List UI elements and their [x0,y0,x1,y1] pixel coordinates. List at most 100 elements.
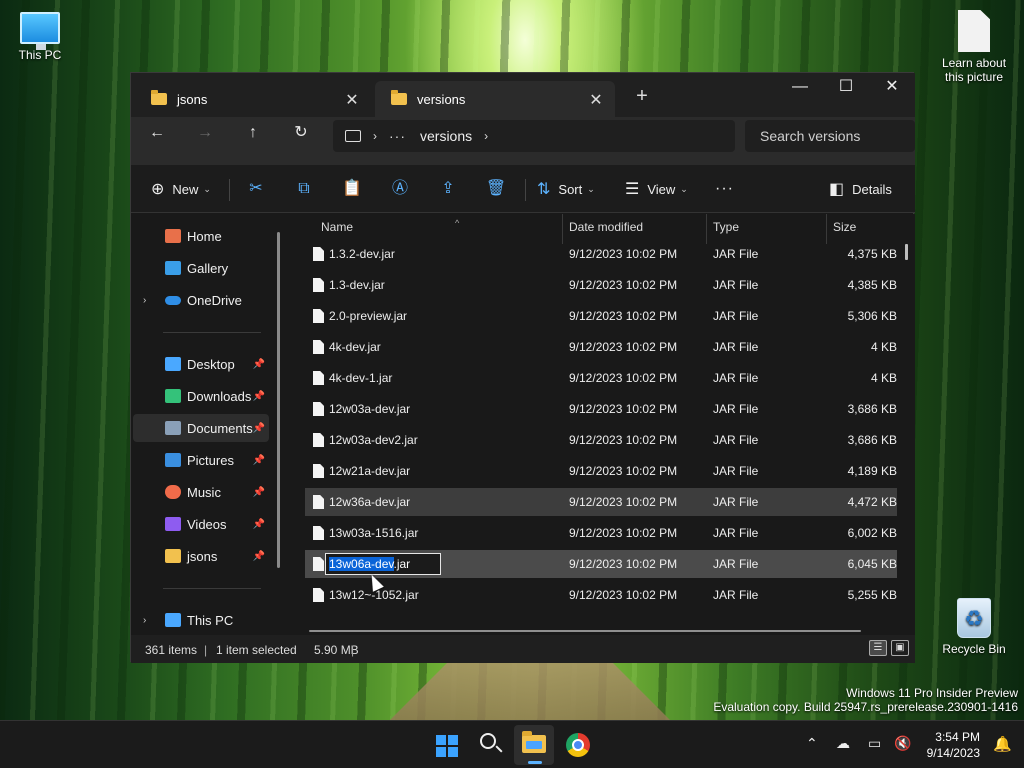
copy-icon[interactable]: ⧉ [289,175,319,203]
file-date: 9/12/2023 10:02 PM [569,309,678,323]
sidebar-item-gallery[interactable]: Gallery [133,254,269,282]
rename-input[interactable]: 13w06a-dev.jar [325,553,441,575]
recycle-bin-icon: ♻ [957,598,991,638]
file-name: 12w03a-dev2.jar [329,433,418,447]
chevron-up-icon[interactable]: ⌃ [806,735,818,752]
paste-icon[interactable]: 📋 [337,175,367,203]
close-button[interactable]: ✕ [869,73,915,103]
item-count: 361 items [145,643,198,657]
sidebar-item-home[interactable]: Home [133,222,269,250]
forward-button[interactable]: → [189,117,221,149]
file-date: 9/12/2023 10:02 PM [569,247,678,261]
table-row[interactable]: 12w03a-dev2.jar 9/12/2023 10:02 PM JAR F… [305,426,897,454]
cut-icon[interactable]: ✂ [241,175,271,203]
search-button[interactable] [470,725,510,765]
column-header-label: Name [321,220,354,234]
share-icon[interactable]: ⇪ [433,175,463,203]
sidebar-item-music[interactable]: Music 📌 [133,478,269,506]
sidebar-item-this-pc[interactable]: › This PC [133,606,269,634]
sidebar-item-videos[interactable]: Videos 📌 [133,510,269,538]
table-row[interactable]: 12w21a-dev.jar 9/12/2023 10:02 PM JAR Fi… [305,457,897,485]
chevron-right-icon[interactable]: › [143,295,146,306]
table-row[interactable]: 12w36a-dev.jar 9/12/2023 10:02 PM JAR Fi… [305,488,897,516]
table-row[interactable]: 1.3-dev.jar 9/12/2023 10:02 PM JAR File … [305,271,897,299]
chevron-down-icon: ⌄ [587,183,595,194]
sidebar-item-desktop[interactable]: Desktop 📌 [133,350,269,378]
search-icon [480,733,496,749]
refresh-button[interactable]: ↻ [285,117,317,149]
sidebar-item-downloads[interactable]: Downloads 📌 [133,382,269,410]
file-date: 9/12/2023 10:02 PM [569,495,678,509]
file-size: 4,189 KB [847,464,897,478]
details-view-icon[interactable]: ☰ [869,640,887,656]
file-icon [313,278,324,292]
sidebar-item-documents[interactable]: Documents 📌 [133,414,269,442]
sidebar-item-pictures[interactable]: Pictures 📌 [133,446,269,474]
table-row[interactable]: 13w03a-1516.jar 9/12/2023 10:02 PM JAR F… [305,519,897,547]
desktop-icon-learn-picture[interactable]: Learn about this picture [934,10,1014,84]
column-header-label: Date modified [569,220,644,234]
maximize-button[interactable]: ☐ [823,73,869,103]
tiles-view-icon[interactable]: ▣ [891,640,909,656]
tab-versions[interactable]: versions ✕ [375,81,615,117]
table-row[interactable]: 2.0-preview.jar 9/12/2023 10:02 PM JAR F… [305,302,897,330]
back-button[interactable]: ← [141,117,173,149]
folder-icon [391,90,407,105]
breadcrumb-overflow[interactable]: ··· [389,128,406,144]
file-date: 9/12/2023 10:02 PM [569,526,678,540]
sidebar-scrollbar[interactable] [277,232,280,568]
chrome-taskbar-button[interactable] [558,725,598,765]
delete-icon[interactable]: 🗑 [481,175,511,203]
sidebar-item-label: jsons [187,548,218,564]
horizontal-scrollbar[interactable] [309,630,861,632]
breadcrumb-versions[interactable]: versions [420,128,472,144]
search-input[interactable]: Search versions [745,120,915,152]
address-bar[interactable]: › ··· versions › [333,120,735,152]
table-row[interactable]: 4k-dev-1.jar 9/12/2023 10:02 PM JAR File… [305,364,897,392]
videos-icon [165,517,181,531]
sort-button[interactable]: ⇅ Sort ⌄ [537,175,595,203]
file-type: JAR File [713,402,759,416]
table-row[interactable]: 13w12~-1052.jar 9/12/2023 10:02 PM JAR F… [305,581,897,609]
start-button[interactable] [426,725,466,765]
minimize-button[interactable]: — [777,73,823,103]
tab-close-button[interactable]: ✕ [343,90,361,110]
table-row-selected[interactable]: 13w06a-dev.jar 9/12/2023 10:02 PM JAR Fi… [305,550,897,578]
chevron-right-icon[interactable]: › [484,129,488,143]
tab-jsons[interactable]: jsons ✕ [135,81,371,117]
pin-icon: 📌 [252,486,265,498]
divider [525,179,526,201]
sidebar-item-onedrive[interactable]: › OneDrive [133,286,269,314]
table-row[interactable]: 1.3.2-dev.jar 9/12/2023 10:02 PM JAR Fil… [305,240,897,268]
notification-bell-icon[interactable]: 🔔 [993,735,1012,753]
file-type: JAR File [713,278,759,292]
vertical-scrollbar[interactable] [905,244,908,260]
tab-close-button[interactable]: ✕ [587,90,605,110]
more-options-button[interactable]: ··· [715,175,734,203]
chevron-right-icon[interactable]: › [373,129,377,143]
file-explorer-taskbar-button[interactable] [514,725,554,765]
desktop-icon-label: Learn about this picture [941,56,1007,84]
desktop-icon-recycle-bin[interactable]: ♻ Recycle Bin [934,598,1014,656]
up-button[interactable]: ↑ [237,117,269,149]
rename-icon[interactable]: Ⓐ [385,175,415,203]
file-icon [313,402,324,416]
table-row[interactable]: 12w03a-dev.jar 9/12/2023 10:02 PM JAR Fi… [305,395,897,423]
sidebar-item-label: Home [187,228,222,244]
view-button[interactable]: ☰ View ⌄ [625,175,688,203]
sidebar-item-jsons[interactable]: jsons 📌 [133,542,269,570]
chevron-right-icon[interactable]: › [143,615,146,626]
new-button[interactable]: ⊕ New ⌄ [151,175,211,203]
table-row[interactable]: 4k-dev.jar 9/12/2023 10:02 PM JAR File 4… [305,333,897,361]
rename-selected-text: 13w06a-dev [329,557,394,571]
new-tab-button[interactable]: + [631,85,653,108]
cloud-status-icon[interactable]: ☁ [836,735,850,752]
desktop-icon-this-pc[interactable]: This PC [0,12,80,62]
system-clock[interactable]: 3:54 PM 9/14/2023 [927,729,980,761]
network-icon[interactable]: ▭ [868,735,881,752]
volume-muted-icon[interactable]: 🔇 [894,735,911,752]
plus-circle-icon: ⊕ [151,181,165,198]
details-button[interactable]: ◧ Details [829,175,892,203]
folder-icon [151,90,167,105]
sidebar-item-label: OneDrive [187,292,242,308]
